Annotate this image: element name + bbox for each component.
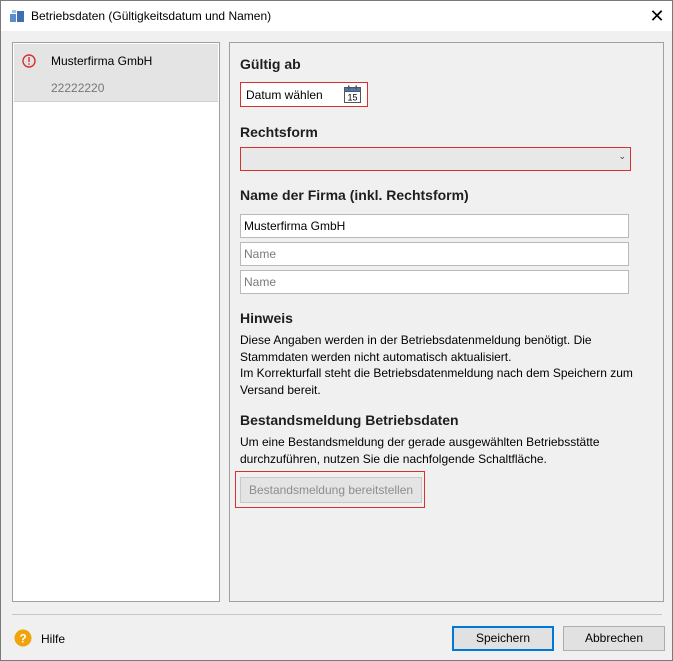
inventory-line: durchzuführen, nutzen Sie die nachfolgen…	[240, 451, 547, 466]
window-title: Betriebsdaten (Gültigkeitsdatum und Name…	[31, 9, 272, 23]
details-panel: Gültig ab Datum wählen 15 Rechtsform ⌄ N…	[229, 42, 664, 602]
cancel-button[interactable]: Abbrechen	[563, 626, 665, 651]
note-line: Stammdaten werden nicht automatisch aktu…	[240, 349, 512, 364]
app-icon	[10, 10, 24, 22]
title-bar: Betriebsdaten (Gültigkeitsdatum und Name…	[1, 1, 672, 31]
valid-from-heading: Gültig ab	[240, 56, 301, 72]
dialog-window: Betriebsdaten (Gültigkeitsdatum und Name…	[0, 0, 673, 661]
footer-divider	[12, 614, 662, 615]
company-name-heading: Name der Firma (inkl. Rechtsform)	[240, 187, 469, 203]
note-heading: Hinweis	[240, 310, 293, 326]
company-name-line3-input[interactable]	[240, 270, 629, 294]
inventory-line: Um eine Bestandsmeldung der gerade ausge…	[240, 435, 600, 449]
error-circle-icon	[22, 54, 36, 68]
date-picker[interactable]: Datum wählen 15	[240, 82, 368, 107]
company-number: 22222220	[51, 81, 105, 95]
list-item[interactable]: Musterfirma GmbH 22222220	[14, 44, 218, 102]
provide-inventory-button[interactable]: Bestandsmeldung bereitstellen	[240, 477, 422, 503]
legal-form-heading: Rechtsform	[240, 124, 318, 140]
company-name-line2-input[interactable]	[240, 242, 629, 266]
help-icon[interactable]: ?	[14, 629, 32, 647]
note-line: Diese Angaben werden in der Betriebsdate…	[240, 333, 592, 347]
date-picker-label: Datum wählen	[246, 88, 323, 102]
inventory-text: Um eine Bestandsmeldung der gerade ausge…	[240, 434, 645, 467]
inventory-button-highlight: Bestandsmeldung bereitstellen	[235, 471, 425, 508]
calendar-day: 15	[347, 93, 357, 103]
svg-text:?: ?	[19, 632, 26, 646]
inventory-heading: Bestandsmeldung Betriebsdaten	[240, 412, 459, 428]
note-line: Im Korrekturfall steht die Betriebsdaten…	[240, 366, 633, 380]
close-icon: ✕	[649, 6, 665, 26]
note-text: Diese Angaben werden in der Betriebsdate…	[240, 332, 645, 398]
note-line: Versand bereit.	[240, 382, 321, 397]
save-button[interactable]: Speichern	[452, 626, 554, 651]
company-name: Musterfirma GmbH	[51, 54, 153, 68]
close-button[interactable]: ✕	[642, 1, 672, 31]
legal-form-select[interactable]: ⌄	[240, 147, 631, 171]
company-name-line1-input[interactable]	[240, 214, 629, 238]
help-link[interactable]: Hilfe	[41, 632, 65, 646]
chevron-down-icon: ⌄	[618, 151, 626, 161]
calendar-icon[interactable]: 15	[344, 85, 361, 103]
company-list: Musterfirma GmbH 22222220	[12, 42, 220, 602]
